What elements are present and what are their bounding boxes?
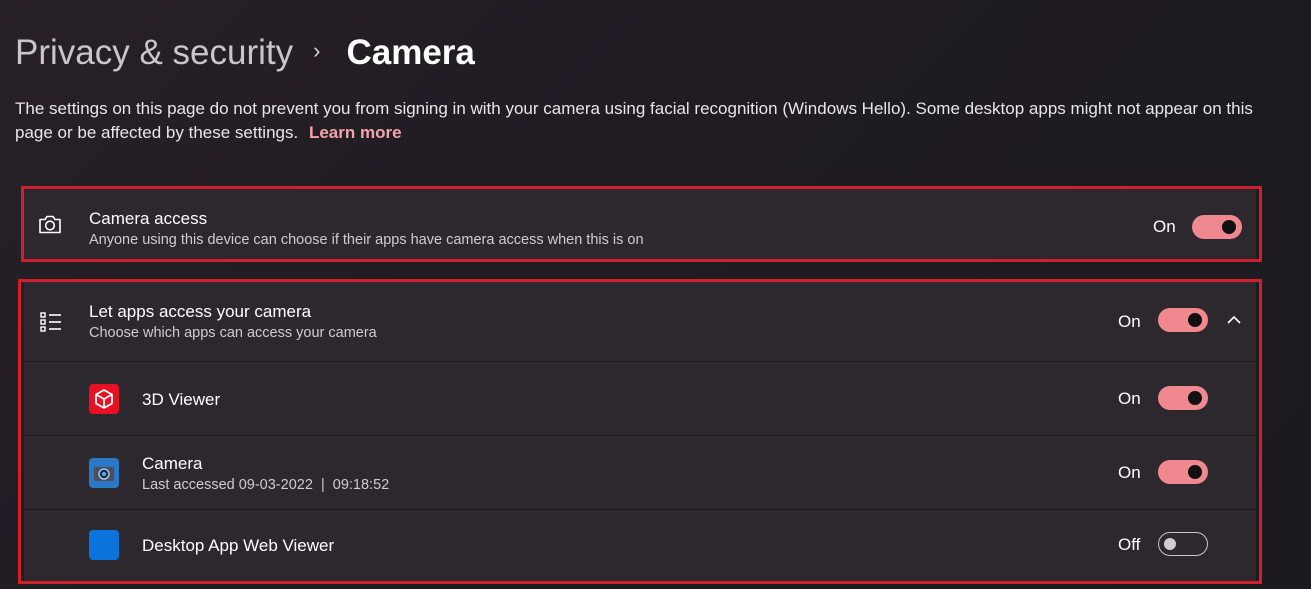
3d-viewer-icon xyxy=(89,384,119,414)
camera-access-title: Camera access xyxy=(89,209,208,228)
apps-access-state: On xyxy=(1118,312,1141,331)
list-icon xyxy=(40,311,61,332)
toggle-knob xyxy=(1164,537,1176,550)
app-state: Off xyxy=(1118,535,1141,554)
camera-access-state: On xyxy=(1153,217,1176,236)
toggle-knob xyxy=(1188,465,1202,479)
app-toggle-camera[interactable] xyxy=(1158,460,1208,484)
page-title: Camera xyxy=(346,33,475,72)
app-name: 3D Viewer xyxy=(142,390,221,409)
learn-more-link[interactable]: Learn more xyxy=(309,123,402,142)
camera-icon xyxy=(39,215,61,234)
apps-access-title: Let apps access your camera xyxy=(89,302,312,321)
app-name: Desktop App Web Viewer xyxy=(142,536,335,555)
toggle-knob xyxy=(1222,220,1236,234)
camera-access-card: Camera access Anyone using this device c… xyxy=(24,189,1256,259)
breadcrumb: Privacy & security › Camera xyxy=(15,30,475,76)
breadcrumb-parent[interactable]: Privacy & security xyxy=(15,33,293,73)
app-row-camera: Camera Last accessed 09-03-2022 | 09:18:… xyxy=(24,436,1256,510)
camera-access-row: Camera access Anyone using this device c… xyxy=(24,189,1256,259)
app-text: 3D Viewer xyxy=(142,389,220,411)
app-text: Desktop App Web Viewer xyxy=(142,535,334,557)
app-state: On xyxy=(1118,389,1141,408)
camera-access-subtitle: Anyone using this device can choose if t… xyxy=(89,232,644,248)
app-row-desktop-app-web-viewer: Desktop App Web Viewer Off xyxy=(24,510,1256,581)
toggle-knob xyxy=(1188,313,1202,327)
app-state: On xyxy=(1118,463,1141,482)
app-last-accessed: Last accessed 09-03-2022 | 09:18:52 xyxy=(142,477,390,493)
apps-access-toggle[interactable] xyxy=(1158,308,1208,332)
app-text: Camera Last accessed 09-03-2022 | 09:18:… xyxy=(142,453,389,495)
app-row-3d-viewer: 3D Viewer On xyxy=(24,362,1256,436)
breadcrumb-separator: › xyxy=(313,38,321,63)
desktop-app-web-viewer-icon xyxy=(89,530,119,560)
camera-access-text: Camera access Anyone using this device c… xyxy=(89,208,644,250)
app-toggle-desktop-app-web-viewer[interactable] xyxy=(1158,532,1208,556)
camera-app-icon xyxy=(89,458,119,488)
camera-access-toggle[interactable] xyxy=(1192,215,1242,239)
app-toggle-3d-viewer[interactable] xyxy=(1158,386,1208,410)
apps-access-subtitle: Choose which apps can access your camera xyxy=(89,325,377,341)
toggle-knob xyxy=(1188,391,1202,405)
description-text: The settings on this page do not prevent… xyxy=(15,99,1253,142)
chevron-up-icon[interactable] xyxy=(1223,309,1245,331)
apps-access-row[interactable]: Let apps access your camera Choose which… xyxy=(24,282,1256,362)
app-name: Camera xyxy=(142,454,203,473)
apps-access-card: Let apps access your camera Choose which… xyxy=(24,282,1256,581)
apps-access-text: Let apps access your camera Choose which… xyxy=(89,301,377,343)
page-description: The settings on this page do not prevent… xyxy=(15,97,1285,145)
